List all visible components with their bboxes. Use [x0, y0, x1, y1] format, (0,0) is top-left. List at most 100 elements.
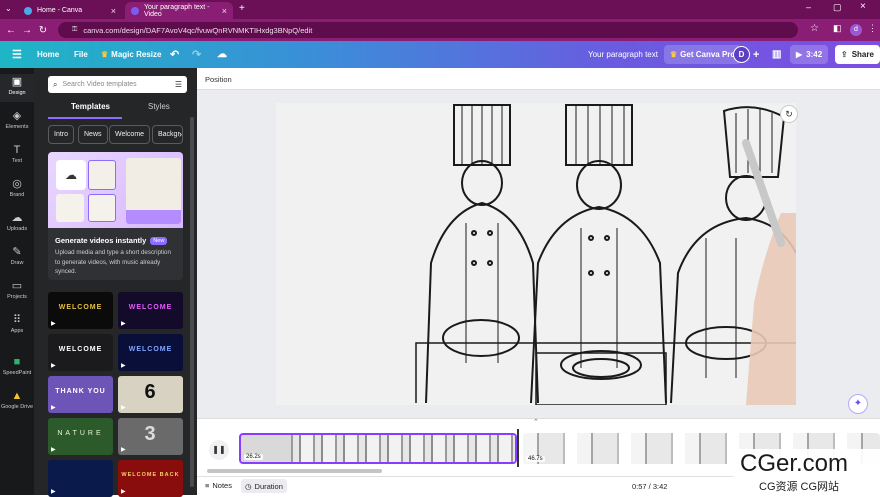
regenerate-button[interactable]: ↻ — [780, 105, 798, 123]
template-thumbnail[interactable]: WELCOME ▶ — [48, 334, 113, 371]
side-panel-icon[interactable]: ◧ — [833, 23, 842, 34]
timeline-clip-selected[interactable]: 26.2s — [239, 433, 517, 464]
generate-video-promo-card[interactable]: ☁ Generate videos instantly New Upload m… — [48, 152, 183, 280]
play-icon: ▶ — [121, 405, 126, 411]
rail-label: Apps — [10, 328, 24, 334]
template-thumbnail[interactable]: 6 ▶ — [118, 376, 183, 413]
search-placeholder: Search Video templates — [62, 81, 137, 88]
share-button[interactable]: ⇪ Share — [835, 45, 880, 64]
close-window-icon[interactable]: × — [860, 1, 866, 12]
notes-button[interactable]: ≡ Notes — [205, 481, 232, 490]
home-button[interactable]: Home — [37, 41, 59, 68]
position-button[interactable]: Position — [205, 75, 232, 84]
get-pro-label: Get Canva Pro — [680, 50, 736, 59]
file-menu-button[interactable]: File — [74, 41, 88, 68]
back-icon[interactable]: ← — [3, 25, 19, 36]
present-play-button[interactable]: ▶ 3:42 — [790, 45, 829, 64]
tab-title: Home - Canva — [37, 7, 83, 14]
add-collaborator-button[interactable]: + — [753, 41, 759, 68]
chip-welcome[interactable]: Welcome — [109, 125, 151, 144]
context-toolbar: Position — [197, 68, 880, 90]
apps-icon: ⠿ — [12, 314, 22, 326]
template-thumbnail[interactable]: WELCOME ▶ — [48, 292, 113, 329]
rail-item-google-drive[interactable]: ▲ Google Drive — [0, 388, 34, 416]
template-search-input[interactable]: ⌕ Search Video templates ☰ — [48, 76, 187, 93]
play-icon: ▶ — [121, 489, 126, 495]
panel-scrollbar[interactable] — [190, 117, 194, 487]
left-rail: ▣ Design ◈ Elements T Text ◎ Brand ☁ Uploads … — [0, 68, 34, 495]
template-thumbnail[interactable]: WELCOME ▶ — [118, 292, 183, 329]
refresh-icon: ↻ — [785, 109, 793, 119]
magic-resize-button[interactable]: ♛ Magic Resize — [101, 41, 161, 68]
rail-item-brand[interactable]: ◎ Brand — [0, 176, 34, 204]
share-icon: ⇪ — [841, 50, 848, 59]
timeline-collapse-icon[interactable]: ⌃ — [533, 418, 539, 426]
url-text: canva.com/design/DAF7AvoV4qc/fvuwQnRVNMK… — [83, 25, 313, 35]
template-thumbnail[interactable]: NATURE ▶ — [48, 418, 113, 455]
video-preview — [126, 158, 181, 224]
clock-icon: ◷ — [245, 481, 252, 491]
profile-avatar[interactable]: d — [850, 24, 862, 36]
browser-tab-home[interactable]: Home - Canva × — [18, 2, 122, 19]
rail-item-projects[interactable]: ▭ Projects — [0, 278, 34, 306]
browser-menu-icon[interactable]: ⋮ — [868, 23, 877, 34]
rail-item-design[interactable]: ▣ Design — [0, 74, 34, 102]
active-tab-underline — [48, 117, 122, 119]
canva-favicon-icon — [24, 6, 32, 15]
pause-button[interactable]: ❚❚ — [209, 440, 229, 460]
minimize-icon[interactable]: – — [806, 2, 811, 12]
rail-item-draw[interactable]: ✎ Draw — [0, 244, 34, 272]
new-tab-button[interactable]: + — [239, 3, 245, 14]
main-menu-icon[interactable]: ☰ — [12, 41, 22, 68]
reload-icon[interactable]: ↻ — [35, 25, 51, 36]
template-thumbnail[interactable]: WELCOME ▶ — [118, 334, 183, 371]
cloud-save-icon[interactable]: ☁ — [217, 41, 227, 68]
duration-button[interactable]: ◷ Duration — [241, 479, 287, 493]
play-icon: ▶ — [51, 447, 56, 453]
forward-icon[interactable]: → — [19, 25, 35, 36]
tab-list-icon[interactable]: ⌄ — [5, 4, 12, 13]
rail-label: Google Drive — [0, 404, 34, 410]
redo-icon[interactable]: ↷ — [192, 41, 201, 68]
close-tab-icon[interactable]: × — [222, 6, 227, 16]
rail-item-apps[interactable]: ⠿ Apps — [0, 312, 34, 340]
rail-item-speedpaint[interactable]: ■ SpeedPaint — [0, 354, 34, 382]
analytics-icon[interactable]: ▥ — [772, 41, 781, 68]
promo-text: Upload media and type a short descriptio… — [55, 249, 171, 275]
tab-templates[interactable]: Templates — [71, 102, 110, 111]
rail-item-elements[interactable]: ◈ Elements — [0, 108, 34, 136]
rail-item-text[interactable]: T Text — [0, 142, 34, 170]
filter-icon[interactable]: ☰ — [175, 80, 182, 89]
close-tab-icon[interactable]: × — [111, 6, 116, 16]
notes-icon: ≡ — [205, 481, 210, 490]
watermark-main: CGer.com — [740, 450, 849, 477]
document-title[interactable]: Your paragraph text — [588, 41, 658, 68]
template-thumbnail[interactable]: THANK YOU ▶ — [48, 376, 113, 413]
user-avatar[interactable]: D — [733, 46, 750, 63]
template-thumbnail[interactable]: 3 ▶ — [118, 418, 183, 455]
speedpaint-icon: ■ — [13, 356, 21, 368]
magic-assistant-button[interactable]: ✦ — [848, 394, 868, 414]
design-canvas[interactable]: ↻ — [276, 103, 798, 405]
rail-label: Brand — [9, 192, 25, 198]
chip-news[interactable]: News — [78, 125, 108, 144]
template-thumbnail[interactable]: ▶ — [48, 460, 113, 497]
maximize-icon[interactable]: ▢ — [833, 2, 842, 13]
sparkle-icon: ✦ — [853, 398, 863, 409]
browser-tab-video[interactable]: Your paragraph text - Video × — [125, 2, 233, 19]
lock-icon: ⚿ — [72, 26, 78, 33]
rail-item-uploads[interactable]: ☁ Uploads — [0, 210, 34, 238]
playhead[interactable] — [517, 429, 519, 467]
play-icon: ▶ — [51, 321, 56, 327]
tab-styles[interactable]: Styles — [148, 102, 170, 111]
chips-next-icon[interactable]: › — [179, 129, 182, 139]
url-field[interactable]: ⚿ canva.com/design/DAF7AvoV4qc/fvuwQnRVN… — [58, 22, 798, 38]
template-thumbnail[interactable]: WELCOME BACK ▶ — [118, 460, 183, 497]
text-icon: T — [13, 144, 21, 156]
get-pro-button[interactable]: ♛ Get Canva Pro — [664, 45, 742, 64]
playback-time: 0:57 / 3:42 — [632, 482, 668, 491]
undo-icon[interactable]: ↶ — [170, 41, 179, 68]
timeline-scrollbar[interactable] — [207, 469, 382, 473]
bookmark-star-icon[interactable]: ☆ — [810, 23, 819, 34]
chip-intro[interactable]: Intro — [48, 125, 75, 144]
